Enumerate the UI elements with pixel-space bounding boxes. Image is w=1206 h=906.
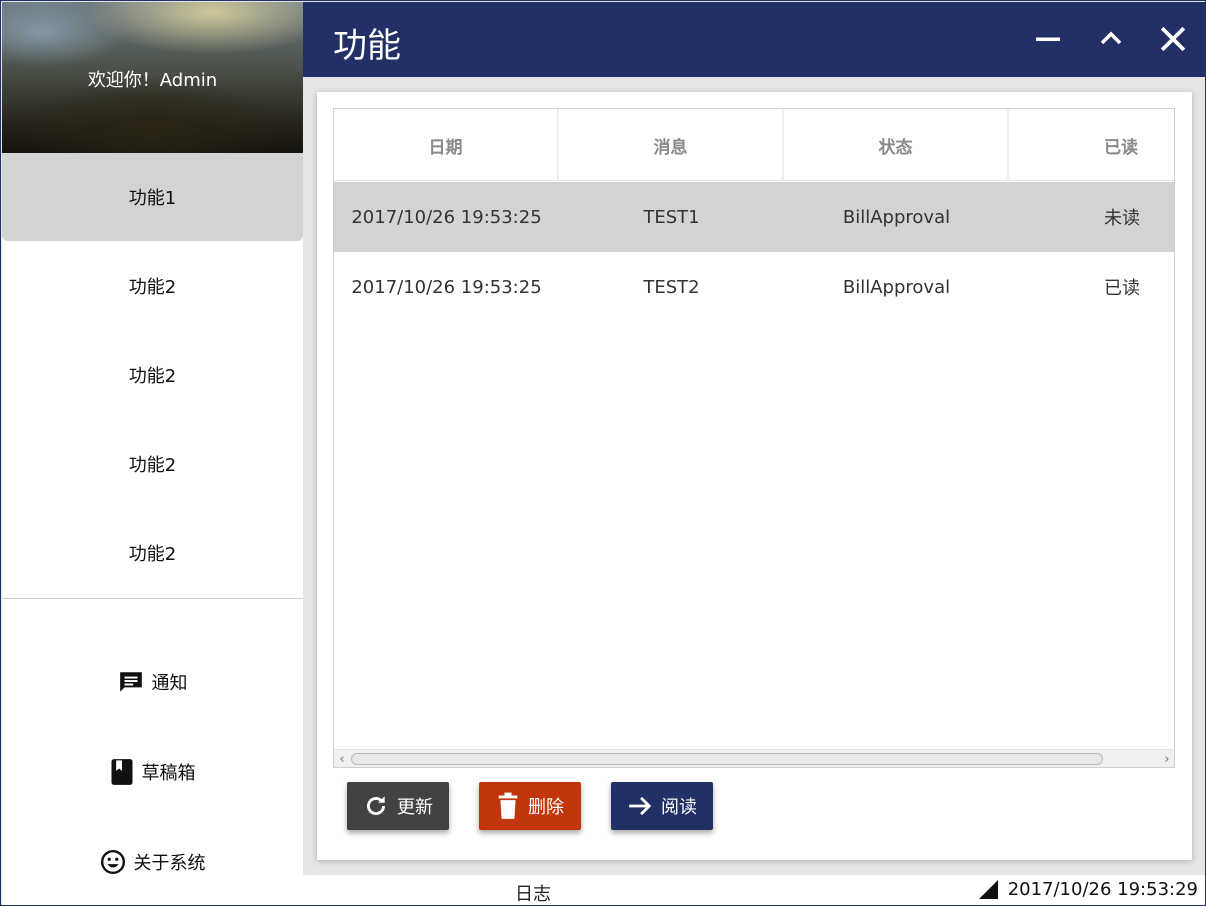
arrow-right-icon	[627, 793, 653, 819]
read-label: 阅读	[661, 797, 697, 818]
read-button[interactable]: 阅读	[611, 782, 713, 830]
nav-item-function2[interactable]: 功能2	[2, 508, 303, 597]
scroll-left-icon[interactable]: ‹	[334, 751, 350, 767]
nav-item-label: 功能2	[128, 543, 177, 565]
minimize-button[interactable]	[1031, 22, 1065, 56]
horizontal-scrollbar[interactable]: ‹ ›	[334, 749, 1174, 767]
welcome-text: 欢迎你！Admin	[87, 70, 218, 91]
nav-item-label: 功能2	[128, 365, 177, 387]
scroll-thumb[interactable]	[351, 753, 1103, 765]
nav-item-function2[interactable]: 功能2	[2, 419, 303, 508]
cell-message: TEST1	[643, 206, 700, 228]
table-header: 日期 消息 状态 已读	[334, 109, 1174, 181]
notifications-button[interactable]: 通知	[2, 662, 303, 702]
cell-read: 未读	[1104, 208, 1140, 229]
resize-grip-icon[interactable]	[978, 880, 998, 899]
drafts-button[interactable]: 草稿箱	[2, 752, 303, 792]
about-system-button[interactable]: 关于系统	[2, 842, 303, 882]
close-icon	[1160, 26, 1186, 52]
nav-item-label: 功能2	[128, 454, 177, 476]
page-title: 功能	[333, 26, 401, 66]
column-header-date[interactable]: 日期	[334, 109, 559, 181]
column-header-read[interactable]: 已读	[1009, 109, 1174, 181]
close-button[interactable]	[1156, 22, 1190, 56]
nav-item-label: 功能2	[128, 276, 177, 298]
cell-date: 2017/10/26 19:53:25	[351, 206, 542, 228]
app-window: 欢迎你！Admin 功能1 功能2 功能2 功能2 功能2 通知 草稿箱 关于系…	[0, 0, 1206, 906]
log-label[interactable]: 日志	[515, 880, 551, 905]
title-bar: 功能	[303, 2, 1205, 77]
minimize-icon	[1036, 37, 1060, 41]
delete-label: 删除	[528, 797, 564, 818]
cell-message: TEST2	[643, 276, 700, 298]
table-row[interactable]: 2017/10/26 19:53:25 TEST1 BillApproval 未…	[334, 182, 1174, 252]
sidebar: 欢迎你！Admin 功能1 功能2 功能2 功能2 功能2 通知 草稿箱 关于系…	[2, 2, 303, 905]
about-system-label: 关于系统	[133, 853, 206, 874]
refresh-button[interactable]: 更新	[347, 782, 449, 830]
cell-status: BillApproval	[842, 206, 951, 228]
maximize-button[interactable]	[1094, 22, 1128, 56]
nav-item-function1[interactable]: 功能1	[2, 153, 303, 241]
refresh-label: 更新	[397, 797, 433, 818]
table-row[interactable]: 2017/10/26 19:53:25 TEST2 BillApproval 已…	[334, 252, 1174, 322]
scroll-right-icon[interactable]: ›	[1159, 751, 1174, 767]
sidebar-header-banner: 欢迎你！Admin	[2, 2, 303, 153]
trash-icon	[496, 792, 520, 820]
chevron-up-icon	[1100, 31, 1122, 45]
nav-item-function2[interactable]: 功能2	[2, 330, 303, 419]
status-datetime: 2017/10/26 19:53:29	[1007, 879, 1198, 900]
nav-item-label: 功能1	[128, 188, 177, 209]
drafts-label: 草稿箱	[141, 763, 196, 784]
book-icon	[110, 758, 134, 786]
notifications-label: 通知	[151, 673, 188, 694]
message-icon	[118, 669, 144, 695]
status-datetime-area: 2017/10/26 19:53:29	[978, 879, 1198, 900]
nav-item-function2[interactable]: 功能2	[2, 241, 303, 330]
messages-table: 日期 消息 状态 已读 2017/10/26 19:53:25 TEST1 Bi…	[333, 108, 1175, 768]
cell-status: BillApproval	[842, 276, 951, 298]
refresh-icon	[363, 793, 389, 819]
sidebar-divider	[2, 598, 303, 599]
cell-read: 已读	[1104, 278, 1140, 299]
delete-button[interactable]: 删除	[479, 782, 581, 830]
cell-date: 2017/10/26 19:53:25	[351, 276, 542, 298]
content-card: 日期 消息 状态 已读 2017/10/26 19:53:25 TEST1 Bi…	[317, 92, 1192, 860]
status-bar: 日志 2017/10/26 19:53:29	[303, 875, 1205, 905]
column-header-status[interactable]: 状态	[784, 109, 1009, 181]
smiley-icon	[100, 849, 126, 875]
column-header-message[interactable]: 消息	[559, 109, 784, 181]
